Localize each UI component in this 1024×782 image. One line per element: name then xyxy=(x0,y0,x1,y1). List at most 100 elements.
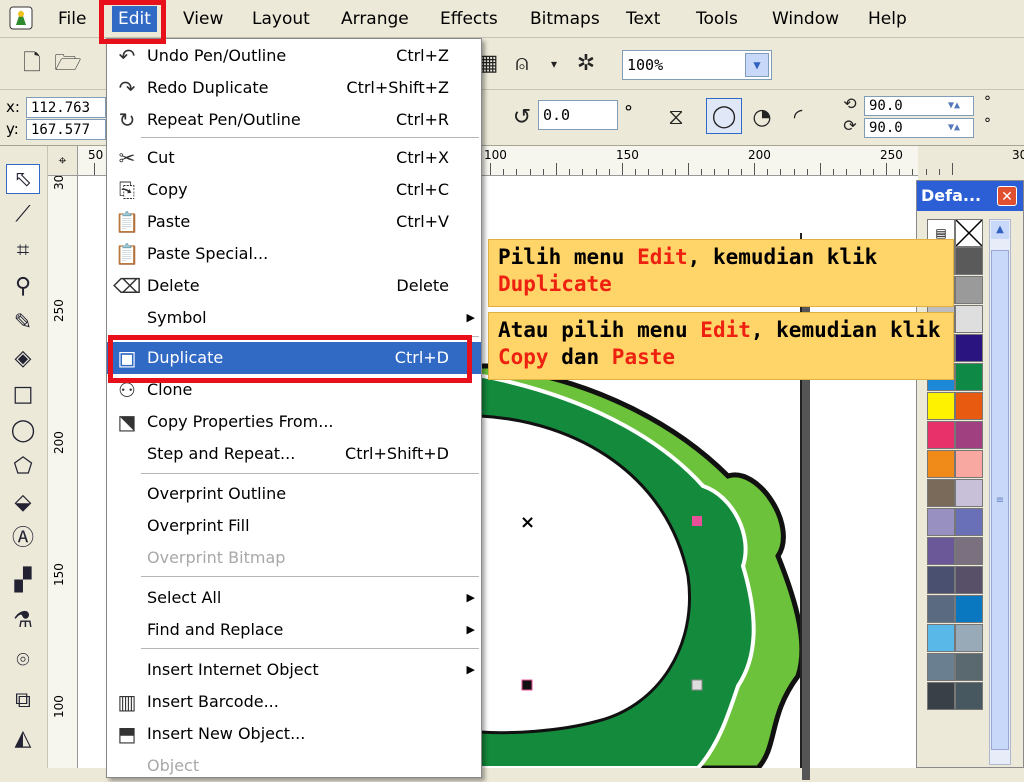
edit-menu-item-paste[interactable]: 📋 Paste Ctrl+V xyxy=(107,206,481,238)
color-swatch[interactable] xyxy=(955,479,983,507)
color-swatch[interactable] xyxy=(927,682,955,710)
menu-arrange[interactable]: Arrange xyxy=(335,6,415,32)
end-angle-field[interactable]: 90.0 ▼▲ xyxy=(864,118,974,138)
chevron-up-icon[interactable]: ▲ xyxy=(991,221,1009,239)
color-swatch[interactable] xyxy=(955,595,983,623)
color-swatch[interactable] xyxy=(955,363,983,391)
interactive-tool-icon[interactable]: ▞ xyxy=(6,566,40,596)
menu-text[interactable]: Text xyxy=(620,6,666,32)
edit-menu-item-redo-duplicate[interactable]: ↷ Redo Duplicate Ctrl+Shift+Z xyxy=(107,72,481,104)
freehand-tool-icon[interactable]: ✎ xyxy=(6,308,40,338)
edit-menu-item-step-and-repeat[interactable]: Step and Repeat... Ctrl+Shift+D xyxy=(107,438,481,470)
menu-view[interactable]: View xyxy=(177,6,229,32)
color-swatch[interactable] xyxy=(955,421,983,449)
rectangle-tool-icon[interactable]: □ xyxy=(6,380,40,410)
selection-node xyxy=(692,516,702,526)
color-swatch[interactable] xyxy=(927,508,955,536)
pie-mode-icon[interactable]: ◔ xyxy=(748,104,776,132)
color-swatch[interactable] xyxy=(955,392,983,420)
color-swatch[interactable] xyxy=(927,653,955,681)
edit-menu-item-copy-properties-from[interactable]: ⬔ Copy Properties From... xyxy=(107,406,481,438)
color-swatch[interactable] xyxy=(927,392,955,420)
corel-app-icon[interactable] xyxy=(8,5,34,31)
y-position-field[interactable]: 167.577 xyxy=(26,119,106,140)
new-document-icon[interactable]: 🗋 xyxy=(18,50,46,78)
color-swatch[interactable] xyxy=(955,653,983,681)
color-swatch[interactable] xyxy=(955,247,983,275)
color-swatch[interactable] xyxy=(955,508,983,536)
edit-menu-item-undo-pen-outline[interactable]: ↶ Undo Pen/Outline Ctrl+Z xyxy=(107,40,481,72)
degree-symbol: ° xyxy=(984,116,991,132)
menu-tools[interactable]: Tools xyxy=(690,6,744,32)
edit-menu-item-insert-new-object[interactable]: ⬒ Insert New Object... xyxy=(107,718,481,750)
undo-icon: ↶ xyxy=(118,44,136,68)
color-swatch[interactable] xyxy=(955,334,983,362)
arc-mode-icon[interactable]: ◜ xyxy=(784,104,812,132)
edit-menu-item-repeat-pen-outline[interactable]: ↻ Repeat Pen/Outline Ctrl+R xyxy=(107,104,481,136)
chevron-down-icon[interactable]: ▼ xyxy=(745,53,769,77)
welcome-screen-icon[interactable]: ✲ xyxy=(572,50,600,78)
menu-effects[interactable]: Effects xyxy=(434,6,504,32)
text-tool-icon[interactable]: Ⓐ xyxy=(6,524,40,554)
x-position-field[interactable]: 112.763 xyxy=(26,97,106,118)
mirror-icon[interactable]: ⧖ xyxy=(662,104,690,132)
edit-menu-item-insert-internet-object[interactable]: Insert Internet Object ▶ xyxy=(107,654,481,686)
pick-tool-icon[interactable]: ⬁ xyxy=(6,164,40,194)
color-swatch[interactable] xyxy=(955,450,983,478)
basic-shapes-tool-icon[interactable]: ⬙ xyxy=(6,488,40,518)
zoom-tool-icon[interactable]: ⚲ xyxy=(6,272,40,302)
color-swatch[interactable] xyxy=(927,479,955,507)
color-swatch[interactable] xyxy=(927,421,955,449)
corel-online-icon[interactable]: ⍝ xyxy=(508,50,536,78)
color-swatch[interactable] xyxy=(927,624,955,652)
rotation-angle-field[interactable]: 0.0 xyxy=(538,100,618,130)
menu-bitmaps[interactable]: Bitmaps xyxy=(524,6,606,32)
edit-menu-item-find-and-replace[interactable]: Find and Replace ▶ xyxy=(107,614,481,646)
color-swatch[interactable] xyxy=(955,624,983,652)
no-color-swatch[interactable] xyxy=(955,219,983,247)
color-swatch[interactable] xyxy=(955,682,983,710)
scrollbar-thumb[interactable]: ≡ xyxy=(991,250,1009,750)
menu-layout[interactable]: Layout xyxy=(246,6,316,32)
color-swatch[interactable] xyxy=(927,450,955,478)
shape-tool-icon[interactable]: ⟋ xyxy=(6,200,40,230)
edit-menu-item-delete[interactable]: ⌫ Delete Delete xyxy=(107,270,481,302)
color-swatch[interactable] xyxy=(927,595,955,623)
menu-item-label: Insert Internet Object xyxy=(147,660,319,679)
edit-menu-item-overprint-fill[interactable]: Overprint Fill xyxy=(107,510,481,542)
color-swatch[interactable] xyxy=(955,276,983,304)
color-swatch[interactable] xyxy=(955,305,983,333)
edit-menu-item-insert-barcode[interactable]: ▥ Insert Barcode... xyxy=(107,686,481,718)
color-swatch[interactable] xyxy=(927,566,955,594)
edit-menu-item-overprint-outline[interactable]: Overprint Outline xyxy=(107,478,481,510)
interactive-fill-tool-icon[interactable]: ◭ xyxy=(6,724,40,754)
spin-arrows-icon[interactable]: ▼▲ xyxy=(937,98,971,114)
fill-tool-icon[interactable]: ⧉ xyxy=(6,686,40,716)
smart-fill-tool-icon[interactable]: ◈ xyxy=(6,344,40,374)
color-swatch[interactable] xyxy=(955,566,983,594)
edit-menu-item-cut[interactable]: ✂ Cut Ctrl+X xyxy=(107,142,481,174)
dropdown-arrow-icon[interactable]: ▾ xyxy=(540,50,568,78)
polygon-tool-icon[interactable]: ⬠ xyxy=(6,452,40,482)
edit-menu-item-select-all[interactable]: Select All ▶ xyxy=(107,582,481,614)
menu-file[interactable]: File xyxy=(52,6,92,32)
ruler-origin-icon[interactable]: ⌖ xyxy=(48,146,78,176)
menu-help[interactable]: Help xyxy=(862,6,913,32)
outline-tool-icon[interactable]: ⌾ xyxy=(6,646,40,676)
color-swatch[interactable] xyxy=(955,537,983,565)
start-angle-field[interactable]: 90.0 ▼▲ xyxy=(864,96,974,116)
ellipse-tool-icon[interactable]: ◯ xyxy=(6,416,40,446)
edit-menu-item-copy[interactable]: ⎘ Copy Ctrl+C xyxy=(107,174,481,206)
open-document-icon[interactable]: 🗁 xyxy=(54,50,82,78)
spin-arrows-icon[interactable]: ▼▲ xyxy=(937,120,971,136)
eyedropper-tool-icon[interactable]: ⚗ xyxy=(6,606,40,636)
close-icon[interactable]: ✕ xyxy=(997,186,1017,206)
menu-window[interactable]: Window xyxy=(766,6,845,32)
edit-menu-item-symbol[interactable]: Symbol ▶ xyxy=(107,302,481,334)
palette-scrollbar[interactable]: ▲ ≡ xyxy=(989,219,1011,765)
crop-tool-icon[interactable]: ⌗ xyxy=(6,236,40,266)
zoom-level-select[interactable]: 100% ▼ xyxy=(622,50,772,80)
edit-menu-item-paste-special[interactable]: 📋 Paste Special... xyxy=(107,238,481,270)
ellipse-mode-icon[interactable]: ◯ xyxy=(706,98,742,134)
color-swatch[interactable] xyxy=(927,537,955,565)
